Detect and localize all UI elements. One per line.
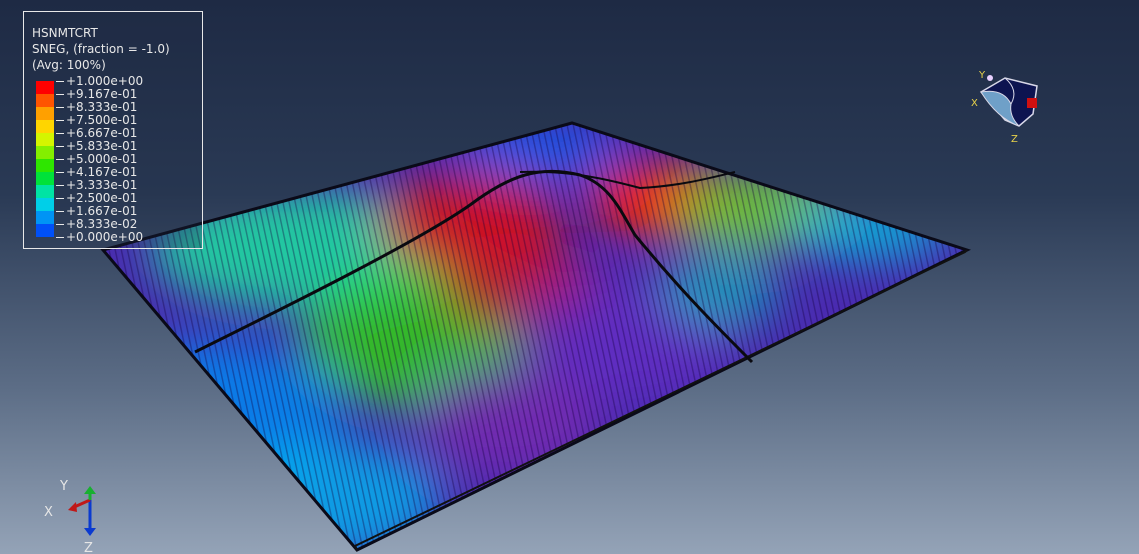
legend-swatch	[36, 107, 54, 120]
legend-value: +1.000e+00	[66, 74, 144, 88]
legend-value: +5.000e-01	[66, 152, 138, 166]
legend-tick	[56, 94, 64, 95]
legend-value: +8.333e-02	[66, 217, 138, 231]
legend-value: +1.667e-01	[66, 204, 138, 218]
triad-z-label: Z	[84, 541, 93, 554]
legend-tick	[56, 120, 64, 121]
legend-variable: HSNMTCRT	[32, 26, 98, 40]
legend-tick	[56, 237, 64, 238]
legend-swatch	[36, 159, 54, 172]
legend-value: +0.000e+00	[66, 230, 144, 244]
legend-tick	[56, 198, 64, 199]
view-cube-z-label: Z	[1011, 134, 1018, 145]
contour-legend: HSNMTCRT SNEG, (fraction = -1.0) (Avg: 1…	[23, 11, 203, 249]
legend-value: +2.500e-01	[66, 191, 138, 205]
view-cube-y-label: Y	[978, 70, 986, 81]
legend-value: +5.833e-01	[66, 139, 138, 153]
legend-swatch	[36, 224, 54, 237]
legend-color-bar	[36, 81, 54, 237]
legend-swatch	[36, 185, 54, 198]
triad-y-label: Y	[59, 479, 68, 494]
legend-value: +6.667e-01	[66, 126, 138, 140]
legend-swatch	[36, 94, 54, 107]
legend-tick	[56, 146, 64, 147]
axis-triad: Y X Z	[44, 479, 96, 554]
legend-swatch	[36, 198, 54, 211]
legend-value: +8.333e-01	[66, 100, 138, 114]
legend-tick	[56, 224, 64, 225]
triad-x-label: X	[44, 505, 53, 520]
legend-tick	[56, 172, 64, 173]
legend-value: +4.167e-01	[66, 165, 138, 179]
legend-value: +3.333e-01	[66, 178, 138, 192]
legend-tick	[56, 81, 64, 82]
legend-value: +7.500e-01	[66, 113, 138, 127]
legend-value: +9.167e-01	[66, 87, 138, 101]
legend-tick	[56, 211, 64, 212]
legend-tick	[56, 159, 64, 160]
legend-swatch	[36, 81, 54, 94]
legend-swatch	[36, 120, 54, 133]
legend-swatch	[36, 133, 54, 146]
legend-section: SNEG, (fraction = -1.0)	[32, 42, 170, 56]
view-cube-x-label: X	[971, 98, 978, 109]
legend-swatch	[36, 146, 54, 159]
view-cube[interactable]: Y X Z	[971, 70, 1038, 145]
legend-swatch	[36, 172, 54, 185]
legend-tick	[56, 107, 64, 108]
legend-tick	[56, 133, 64, 134]
legend-tick	[56, 185, 64, 186]
view-cube-marker	[1027, 98, 1037, 108]
legend-averaging: (Avg: 100%)	[32, 58, 106, 72]
legend-swatch	[36, 211, 54, 224]
